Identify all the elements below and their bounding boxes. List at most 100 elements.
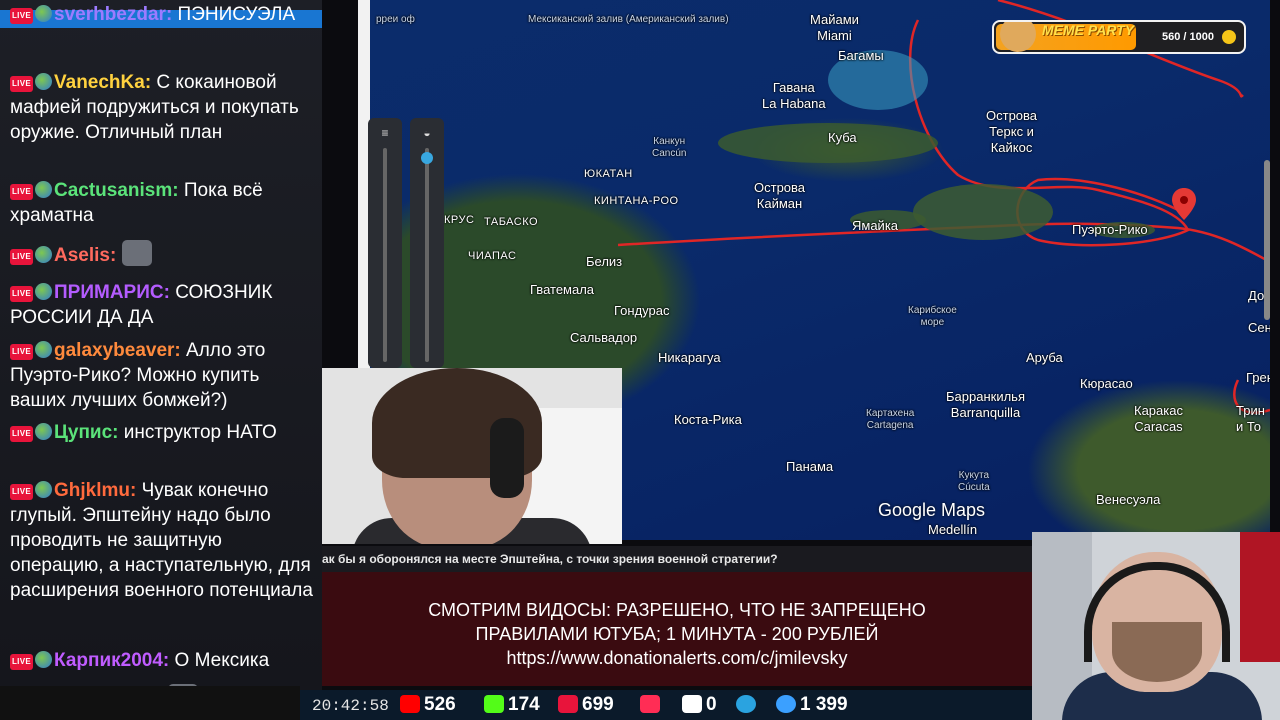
label-costa-rica: Коста-Рика bbox=[674, 412, 742, 427]
chat-username[interactable]: Aselis: bbox=[54, 245, 116, 266]
chat-message: LIVE galaxybeaver: Алло это Пуэрто-Рико? … bbox=[10, 338, 315, 413]
live-badge-icon: LIVE bbox=[10, 344, 33, 360]
donation-line-1: СМОТРИМ ВИДОСЫ: РАЗРЕШЕНО, ЧТО НЕ ЗАПРЕЩ… bbox=[428, 600, 926, 620]
user-badge-icon bbox=[35, 481, 52, 498]
donation-link[interactable]: https://www.donationalerts.com/c/jmilevs… bbox=[322, 646, 1032, 670]
chat-message: LIVE Cactusanism: Пока всё храматна bbox=[10, 178, 315, 228]
chat-username[interactable]: Cactusanism: bbox=[54, 180, 179, 201]
live-badge-icon: LIVE bbox=[10, 654, 33, 670]
location-pin-icon[interactable] bbox=[1172, 188, 1196, 220]
chat-username[interactable]: galaxybeaver: bbox=[54, 340, 181, 361]
donation-banner: СМОТРИМ ВИДОСЫ: РАЗРЕШЕНО, ЧТО НЕ ЗАПРЕЩ… bbox=[322, 572, 1032, 686]
live-badge-icon: LIVE bbox=[10, 484, 33, 500]
kick-count: 174 bbox=[508, 694, 540, 715]
live-badge-icon: LIVE bbox=[10, 249, 33, 265]
label-panama: Панама bbox=[786, 459, 834, 474]
chat-message: LIVE Карпик2004: О Мексика bbox=[10, 648, 315, 673]
label-gulf: Мексиканский залив (Американский залив) bbox=[528, 14, 729, 25]
label-nicaragua: Никарагуа bbox=[658, 350, 721, 365]
telegram-icon bbox=[736, 695, 756, 713]
rutube-viewers: 0 bbox=[682, 694, 717, 716]
user-badge-icon bbox=[35, 341, 52, 358]
coin-icon bbox=[1222, 30, 1236, 44]
chat-bottom-row bbox=[0, 686, 300, 720]
label-bahamas: Багамы bbox=[838, 48, 884, 63]
label-grenada: Грен bbox=[1246, 370, 1270, 385]
label-miami: Майами Miami bbox=[810, 12, 859, 43]
label-barranquilla: Барранкилья Barranquilla bbox=[946, 389, 1025, 420]
live-badge-icon: LIVE bbox=[10, 184, 33, 200]
slider-right[interactable]: ◒ bbox=[410, 118, 444, 368]
live-viewers: 699 bbox=[558, 694, 614, 716]
vk-play-icon bbox=[640, 695, 660, 713]
rutube-icon bbox=[682, 695, 702, 713]
chat-message: LIVE Ghjklmu: Чувак конечно глупый. Эпште… bbox=[10, 478, 315, 603]
chat-username[interactable]: sverhbezdar: bbox=[54, 4, 172, 25]
chat-text: инструктор НАТО bbox=[118, 422, 277, 443]
total-viewers: 1 399 bbox=[776, 694, 848, 716]
headphones-icon bbox=[490, 418, 524, 498]
live-badge-icon: LIVE bbox=[10, 76, 33, 92]
chat-text: ПЭНИСУЭЛА bbox=[172, 4, 296, 25]
user-badge-icon bbox=[35, 181, 52, 198]
chat-username[interactable]: Ghjklmu: bbox=[54, 480, 136, 501]
label-puerto-rico: Пуэрто-Рико bbox=[1072, 222, 1148, 237]
chat-username[interactable]: Цупис: bbox=[54, 422, 119, 443]
video-question-text: ак бы я оборонялся на месте Эпштейна, с … bbox=[322, 552, 778, 566]
user-badge-icon bbox=[35, 5, 52, 22]
user-badge-icon bbox=[35, 73, 52, 90]
label-chiapas: ЧИАПАС bbox=[468, 250, 517, 262]
cam-background-flag bbox=[1240, 532, 1280, 662]
user-badge-icon bbox=[35, 423, 52, 440]
user-badge-icon bbox=[35, 651, 52, 668]
chat-message: LIVE VanechKa: С кокаиновой мафией подруж… bbox=[10, 70, 315, 145]
equalizer-icon: ≡ bbox=[381, 126, 389, 140]
meme-party-title: MEME PARTY bbox=[1042, 22, 1135, 38]
chat-message: LIVE Цупис: инструктор НАТО bbox=[10, 420, 315, 445]
slider-left[interactable]: ≡ bbox=[368, 118, 402, 368]
chat-panel: LIVE sverhbezdar: ПЭНИСУЭЛА LIVE VanechKa: … bbox=[0, 0, 322, 690]
slider-right-knob[interactable] bbox=[421, 152, 433, 164]
chat-username[interactable]: Карпик2004: bbox=[54, 650, 169, 671]
label-aruba: Аруба bbox=[1026, 350, 1063, 365]
total-count: 1 399 bbox=[800, 694, 848, 715]
label-belize: Белиз bbox=[586, 254, 623, 269]
label-quintana: КИНТАНА-РОО bbox=[594, 195, 679, 207]
chat-message: LIVE sverhbezdar: ПЭНИСУЭЛА bbox=[10, 2, 315, 27]
youtube-icon bbox=[400, 695, 420, 713]
live-badge-icon: LIVE bbox=[10, 426, 33, 442]
streamer-webcam bbox=[1032, 532, 1280, 720]
label-cancun: Канкун Cancún bbox=[652, 136, 687, 159]
label-saint: Сент bbox=[1248, 320, 1270, 335]
chat-message: LIVE ПРИМАРИС: СОЮЗНИК РОССИИ ДА ДА bbox=[10, 280, 315, 330]
label-curacao: Кюрасао bbox=[1080, 376, 1133, 391]
label-havana: Гавана La Habana bbox=[762, 80, 826, 111]
slider-right-track bbox=[425, 148, 429, 362]
user-badge-icon bbox=[35, 246, 52, 263]
label-krus: КРУС bbox=[444, 214, 475, 226]
map-scrollbar[interactable] bbox=[1264, 160, 1270, 320]
live-count: 699 bbox=[582, 694, 614, 715]
label-medellin: Medellín bbox=[928, 522, 978, 537]
label-cartagena: Картахена Cartagena bbox=[866, 408, 915, 431]
chat-username[interactable]: ПРИМАРИС: bbox=[54, 282, 170, 303]
stream-clock: 20:42:58 bbox=[312, 697, 389, 715]
video-caption-bar: ак бы я оборонялся на месте Эпштейна, с … bbox=[322, 546, 1032, 572]
live-icon bbox=[558, 695, 578, 713]
label-caribbean: Карибское море bbox=[908, 305, 957, 328]
rutube-count: 0 bbox=[706, 694, 717, 715]
donation-line-2: ПРАВИЛАМИ ЮТУБА; 1 МИНУТА - 200 РУБЛЕЙ bbox=[475, 624, 879, 644]
label-cayman: Острова Кайман bbox=[754, 180, 806, 211]
meme-party-counter: 560 / 1000 bbox=[1162, 31, 1214, 43]
label-turks: Острова Теркс и Кайкос bbox=[986, 108, 1038, 155]
user-badge-icon bbox=[35, 283, 52, 300]
live-badge-icon: LIVE bbox=[10, 8, 33, 24]
slider-left-track bbox=[383, 148, 387, 362]
chat-emote-icon bbox=[122, 240, 153, 266]
live-badge-icon: LIVE bbox=[10, 286, 33, 302]
chat-username[interactable]: VanechKa: bbox=[54, 72, 151, 93]
label-salvador: Сальвадор bbox=[570, 330, 638, 345]
label-venezuela: Венесуэла bbox=[1096, 492, 1161, 507]
label-jamaica: Ямайка bbox=[852, 218, 899, 233]
viewers-icon bbox=[776, 695, 796, 713]
